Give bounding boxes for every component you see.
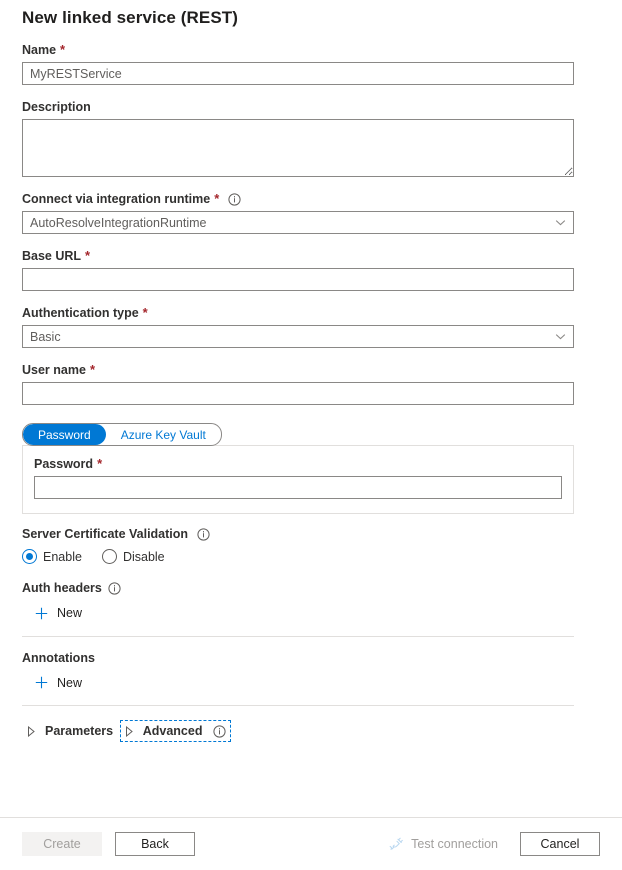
- password-label-text: Password: [34, 456, 93, 472]
- back-button[interactable]: Back: [115, 832, 195, 856]
- info-icon[interactable]: [108, 582, 121, 595]
- collapsible-advanced-label: Advanced: [143, 724, 203, 738]
- field-integration-runtime: Connect via integration runtime * AutoRe…: [22, 191, 600, 234]
- name-label-text: Name: [22, 42, 56, 58]
- field-name: Name *: [22, 42, 600, 85]
- auth-headers-label-text: Auth headers: [22, 580, 102, 596]
- description-textarea[interactable]: [22, 119, 574, 177]
- integration-runtime-label-text: Connect via integration runtime: [22, 191, 210, 207]
- field-base-url: Base URL *: [22, 248, 600, 291]
- page-title: New linked service (REST): [0, 0, 622, 28]
- form-content: Name * Description Connect via integrati…: [0, 42, 622, 740]
- server-certificate-validation-label-text: Server Certificate Validation: [22, 526, 188, 542]
- test-connection-label: Test connection: [411, 837, 498, 851]
- create-button[interactable]: Create: [22, 832, 102, 856]
- radio-enable[interactable]: Enable: [22, 549, 82, 564]
- password-required-marker: *: [97, 456, 102, 472]
- chevron-down-icon: [555, 217, 566, 228]
- section-annotations: Annotations New: [22, 650, 600, 707]
- password-panel: Password *: [22, 445, 574, 514]
- collapsible-advanced[interactable]: Advanced: [122, 722, 230, 740]
- cancel-button[interactable]: Cancel: [520, 832, 600, 856]
- info-icon[interactable]: [213, 725, 226, 738]
- section-auth-headers: Auth headers New: [22, 580, 600, 637]
- auth-headers-label: Auth headers: [22, 580, 600, 596]
- name-input[interactable]: [22, 62, 574, 85]
- password-input[interactable]: [34, 476, 562, 499]
- user-name-input[interactable]: [22, 382, 574, 405]
- base-url-label-text: Base URL: [22, 248, 81, 264]
- base-url-input[interactable]: [22, 268, 574, 291]
- annotations-new-button[interactable]: New: [35, 674, 82, 692]
- annotations-label-text: Annotations: [22, 650, 95, 666]
- credential-pivot-tabs: Password Azure Key Vault: [22, 423, 222, 446]
- field-description: Description: [22, 99, 600, 177]
- annotations-divider: [22, 705, 574, 706]
- chevron-right-icon: [27, 726, 36, 737]
- user-name-label: User name *: [22, 362, 600, 378]
- server-certificate-validation-label: Server Certificate Validation: [22, 526, 600, 542]
- plus-icon: [35, 676, 48, 689]
- authentication-type-label-text: Authentication type: [22, 305, 139, 321]
- radio-enable-mark: [22, 549, 37, 564]
- integration-runtime-dropdown[interactable]: AutoResolveIntegrationRuntime: [22, 211, 574, 234]
- radio-enable-label: Enable: [43, 550, 82, 564]
- base-url-required-marker: *: [85, 248, 90, 264]
- plus-icon: [35, 607, 48, 620]
- base-url-label: Base URL *: [22, 248, 600, 264]
- authentication-type-label: Authentication type *: [22, 305, 600, 321]
- authentication-type-value: Basic: [30, 330, 555, 344]
- name-label: Name *: [22, 42, 600, 58]
- integration-runtime-value: AutoResolveIntegrationRuntime: [30, 216, 555, 230]
- credential-pivot: Password Azure Key Vault Password *: [22, 421, 600, 514]
- chevron-down-icon: [555, 331, 566, 342]
- password-label: Password *: [34, 456, 562, 472]
- chevron-right-icon: [125, 726, 134, 737]
- field-user-name: User name *: [22, 362, 600, 405]
- dialog-footer: Create Back Test connection Cancel: [0, 817, 622, 870]
- radio-disable-mark: [102, 549, 117, 564]
- radio-disable-label: Disable: [123, 550, 165, 564]
- integration-runtime-label: Connect via integration runtime *: [22, 191, 600, 207]
- auth-headers-divider: [22, 636, 574, 637]
- tab-password[interactable]: Password: [23, 424, 106, 445]
- annotations-new-label: New: [57, 676, 82, 690]
- authentication-type-required-marker: *: [143, 305, 148, 321]
- user-name-label-text: User name: [22, 362, 86, 378]
- auth-headers-new-button[interactable]: New: [35, 604, 82, 622]
- auth-headers-new-label: New: [57, 606, 82, 620]
- description-label-text: Description: [22, 99, 91, 115]
- collapsible-parameters-label: Parameters: [45, 724, 113, 738]
- collapsible-parameters[interactable]: Parameters: [24, 722, 116, 740]
- plug-icon: [389, 837, 404, 852]
- linked-service-form-panel: New linked service (REST) Name * Descrip…: [0, 0, 622, 817]
- user-name-required-marker: *: [90, 362, 95, 378]
- info-icon[interactable]: [228, 193, 241, 206]
- authentication-type-dropdown[interactable]: Basic: [22, 325, 574, 348]
- field-authentication-type: Authentication type * Basic: [22, 305, 600, 348]
- name-required-marker: *: [60, 42, 65, 58]
- description-label: Description: [22, 99, 600, 115]
- integration-runtime-required-marker: *: [214, 191, 219, 207]
- info-icon[interactable]: [197, 528, 210, 541]
- test-connection-button[interactable]: Test connection: [389, 837, 498, 852]
- field-server-certificate-validation: Server Certificate Validation Enable D: [22, 526, 600, 564]
- server-certificate-validation-options: Enable Disable: [22, 549, 600, 564]
- tab-azure-key-vault[interactable]: Azure Key Vault: [106, 424, 221, 445]
- annotations-label: Annotations: [22, 650, 600, 666]
- radio-disable[interactable]: Disable: [102, 549, 165, 564]
